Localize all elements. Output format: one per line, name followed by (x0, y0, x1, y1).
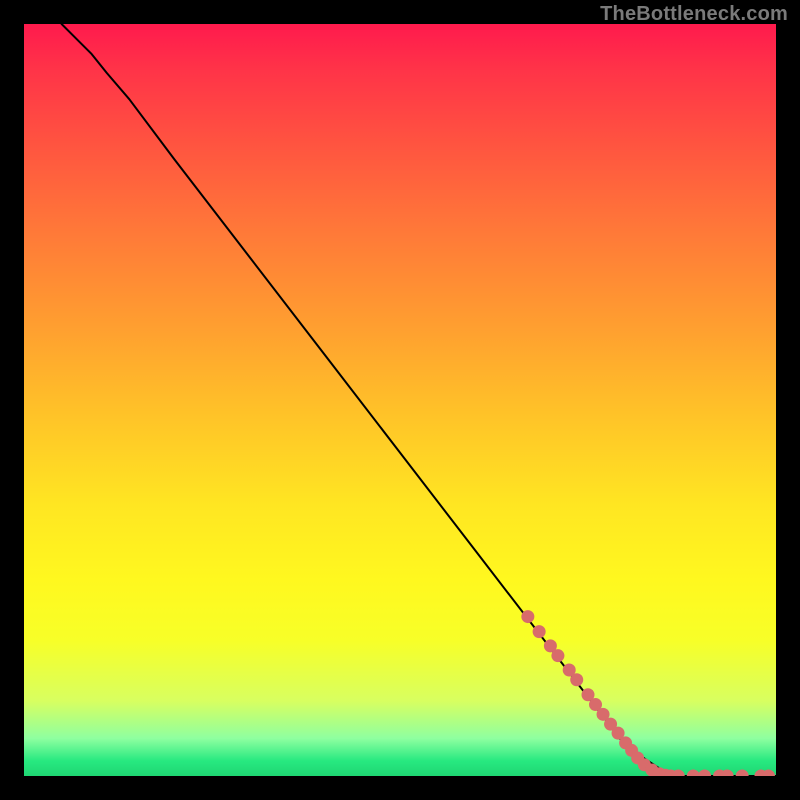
watermark-label: TheBottleneck.com (600, 3, 788, 26)
chart-frame: TheBottleneck.com (0, 0, 800, 800)
plot-area (24, 24, 776, 776)
